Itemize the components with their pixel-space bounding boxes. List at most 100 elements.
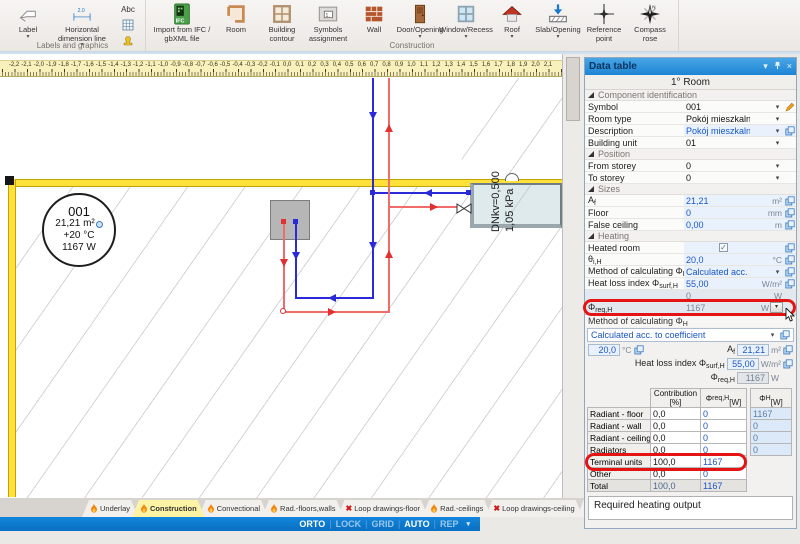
dropdown-arrow-icon[interactable]: ▾ bbox=[772, 162, 783, 170]
area-input[interactable]: 21,21 bbox=[737, 344, 769, 356]
wall-vertical[interactable] bbox=[8, 179, 16, 497]
section-sizes[interactable]: Sizes bbox=[585, 184, 796, 195]
heat-loss-index-input[interactable]: 55,00 bbox=[727, 358, 759, 370]
prop-row-floor[interactable]: Floor 0 mm bbox=[585, 207, 796, 219]
status-toggle-lock[interactable]: LOCK bbox=[336, 519, 362, 529]
prop-row-method-of-calculating-h[interactable]: Method of calculating ΦH Calculated acc.… bbox=[585, 266, 796, 278]
prop-value[interactable]: 0 bbox=[686, 291, 761, 301]
theta-input[interactable]: 20,0 bbox=[588, 344, 620, 356]
tab-convectional[interactable]: Convectional bbox=[199, 500, 268, 517]
prop-value[interactable]: 20,0 bbox=[686, 255, 761, 265]
ribbon-small-button-abc[interactable]: Abc bbox=[116, 2, 140, 16]
method-select[interactable]: Calculated acc. to coefficient▾ bbox=[587, 328, 794, 342]
phi-req-cell[interactable]: 0 bbox=[701, 468, 747, 480]
ribbon-button-slab-opening[interactable]: Slab/Opening ▾ bbox=[535, 2, 581, 40]
dropdown-arrow-icon[interactable]: ▾ bbox=[772, 268, 783, 276]
tab-construction[interactable]: Construction bbox=[132, 500, 205, 517]
prop-value[interactable]: 55,00 bbox=[686, 279, 761, 289]
prop-row-false-ceiling[interactable]: False ceiling 0,00 m bbox=[585, 219, 796, 231]
prop-row-from-storey[interactable]: From storey 0 ▾ bbox=[585, 160, 796, 172]
pipe-supply-left[interactable] bbox=[283, 222, 285, 312]
contribution-cell[interactable]: 0,0 bbox=[651, 468, 701, 480]
dropdown-arrow-icon[interactable]: ▾ bbox=[772, 139, 783, 147]
prop-row-i-h[interactable]: θi,H 20,0 °C bbox=[585, 254, 796, 266]
chevron-down-icon[interactable]: ▾ bbox=[763, 62, 768, 71]
pipe-supply-riser[interactable] bbox=[388, 78, 390, 313]
prop-row-room-type[interactable]: Room type Pokój mieszkalny ▾ bbox=[585, 113, 796, 125]
pipe-supply-bottom[interactable] bbox=[284, 311, 389, 313]
dropdown-arrow-icon[interactable]: ▾ bbox=[767, 331, 778, 339]
prop-row-heated-room[interactable]: Heated room ✓ bbox=[585, 242, 796, 254]
dropdown-arrow-icon[interactable]: ▾ bbox=[772, 103, 783, 111]
prop-value[interactable]: Calculated acc. to coefficient bbox=[686, 267, 750, 277]
prop-value[interactable]: 21,21 bbox=[686, 196, 761, 206]
sync-icon[interactable] bbox=[780, 330, 790, 340]
sync-icon[interactable] bbox=[783, 359, 793, 369]
ribbon-button-building-contour[interactable]: Building contour bbox=[259, 2, 305, 43]
status-toggle-rep[interactable]: REP bbox=[440, 519, 459, 529]
tab-underlay[interactable]: Underlay bbox=[82, 500, 138, 517]
status-chevron-icon[interactable]: ▾ bbox=[466, 520, 470, 528]
distribution-box[interactable] bbox=[270, 200, 310, 240]
scrollbar-thumb[interactable] bbox=[566, 57, 580, 121]
close-icon[interactable]: × bbox=[787, 62, 792, 71]
prop-row-req-h[interactable]: Φreq,H 1167 W ▾ bbox=[585, 302, 796, 314]
drawing-canvas[interactable]: -2,2-2,1-2,0-1,9-1,8-1,7-1,6-1,5-1,4-1,3… bbox=[0, 54, 562, 498]
prop-value[interactable]: 1167 bbox=[686, 303, 748, 313]
prop-value[interactable]: Pokój mieszkalny bbox=[686, 114, 750, 124]
status-toggle-grid[interactable]: GRID bbox=[371, 519, 394, 529]
tab-rad-floors-walls[interactable]: Rad.-floors,walls bbox=[262, 500, 343, 517]
ribbon-button-door-opening[interactable]: Door/Opening ▾ bbox=[397, 2, 443, 40]
pencil-icon[interactable] bbox=[785, 102, 795, 112]
ribbon-button-symbols-assignment[interactable]: 1.Symbols assignment bbox=[305, 2, 351, 43]
pipe-return-left[interactable] bbox=[295, 222, 297, 299]
status-toggle-auto[interactable]: AUTO bbox=[404, 519, 429, 529]
prop-row-heat-loss-index-surf-h[interactable]: Heat loss index Φsurf,H 55,00 W/m² bbox=[585, 278, 796, 290]
prop-row-symbol[interactable]: Symbol 001 ▾ bbox=[585, 101, 796, 113]
panel-title-bar[interactable]: Data table ▾ × bbox=[585, 58, 796, 75]
ribbon-button-compass-rose[interactable]: NCompass rose bbox=[627, 2, 673, 43]
phi-req-cell[interactable]: 0 bbox=[701, 444, 747, 456]
canvas-scrollbar[interactable] bbox=[562, 54, 584, 498]
prop-row-description[interactable]: Description Pokój mieszkalny ▾ bbox=[585, 125, 796, 137]
prop-row-building-unit[interactable]: Building unit 01 ▾ bbox=[585, 137, 796, 149]
contribution-cell[interactable]: 0,0 bbox=[651, 420, 701, 432]
sync-icon[interactable] bbox=[785, 243, 795, 253]
contribution-cell[interactable]: 100,0 bbox=[651, 456, 701, 468]
sync-icon[interactable] bbox=[785, 279, 795, 289]
sync-icon[interactable] bbox=[785, 255, 795, 265]
ribbon-button-window-recess[interactable]: Window/Recess ▾ bbox=[443, 2, 489, 40]
prop-value[interactable]: 01 bbox=[686, 138, 750, 148]
tab-loop-drawings-ceiling[interactable]: ✖ Loop drawings-ceiling bbox=[485, 500, 582, 517]
pin-icon[interactable] bbox=[773, 61, 782, 72]
sync-icon[interactable] bbox=[785, 220, 795, 230]
pipe-supply-branch[interactable] bbox=[390, 206, 458, 208]
wall-corner-handle[interactable] bbox=[5, 176, 14, 185]
prop-value[interactable]: 0 bbox=[686, 208, 761, 218]
sync-icon[interactable] bbox=[783, 345, 793, 355]
prop-value[interactable]: 0 bbox=[686, 161, 750, 171]
section-heating[interactable]: Heating bbox=[585, 231, 796, 242]
sync-icon[interactable] bbox=[785, 267, 795, 277]
sync-icon[interactable] bbox=[634, 345, 644, 355]
dropdown-arrow-icon[interactable]: ▾ bbox=[772, 115, 783, 123]
prop-row-a-f[interactable]: Af 21,21 m² bbox=[585, 195, 796, 207]
prop-value[interactable]: 0,00 bbox=[686, 220, 761, 230]
section-position[interactable]: Position bbox=[585, 149, 796, 160]
ribbon-button-import-from-ifc-gbxml-file[interactable]: IFCImport from IFC / gbXML file bbox=[151, 2, 213, 43]
tab-loop-drawings-floor[interactable]: ✖ Loop drawings-floor bbox=[337, 500, 428, 517]
ribbon-button-reference-point[interactable]: Reference point bbox=[581, 2, 627, 43]
prop-row-item[interactable]: 0 W bbox=[585, 290, 796, 302]
dropdown-arrow-icon[interactable]: ▾ bbox=[772, 174, 783, 182]
prop-value[interactable]: 001 bbox=[686, 102, 750, 112]
dropdown-arrow-icon[interactable]: ▾ bbox=[772, 127, 783, 135]
contribution-cell[interactable]: 0,0 bbox=[651, 444, 701, 456]
prop-value[interactable]: 0 bbox=[686, 173, 750, 183]
valve-icon[interactable] bbox=[456, 201, 472, 219]
sync-icon[interactable] bbox=[785, 196, 795, 206]
prop-row-to-storey[interactable]: To storey 0 ▾ bbox=[585, 172, 796, 184]
prop-value[interactable]: Pokój mieszkalny bbox=[686, 126, 750, 136]
phi-req-cell[interactable]: 0 bbox=[701, 408, 747, 420]
ribbon-button-label[interactable]: Label ▾ bbox=[5, 2, 51, 40]
ribbon-button-room[interactable]: Room bbox=[213, 2, 259, 35]
